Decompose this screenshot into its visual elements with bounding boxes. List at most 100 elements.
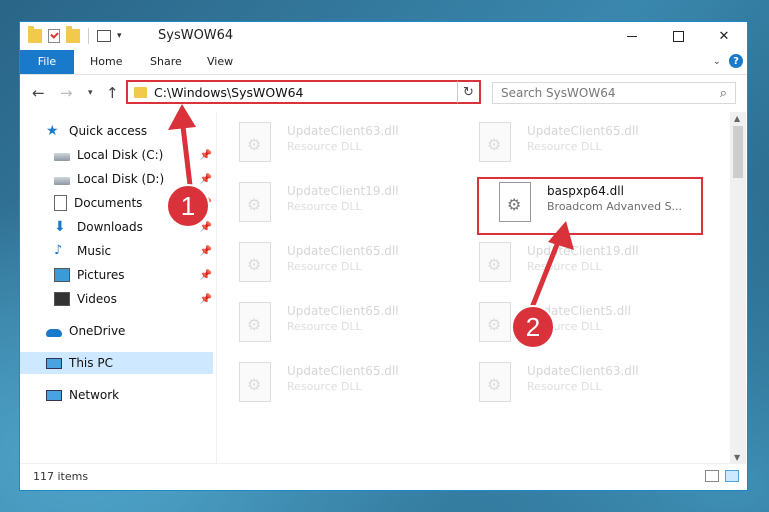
scroll-up-icon[interactable]: ▲ — [734, 114, 740, 123]
file-description: Resource DLL — [287, 320, 362, 333]
tab-view[interactable]: View — [195, 50, 245, 74]
dll-file-icon — [479, 362, 511, 402]
tab-home[interactable]: Home — [78, 50, 134, 74]
file-description: Resource DLL — [527, 140, 602, 153]
pin-icon[interactable]: 📌 — [200, 246, 212, 257]
sidebar-item-label: OneDrive — [69, 324, 126, 338]
close-icon: ✕ — [718, 28, 730, 44]
file-description: Resource DLL — [287, 200, 362, 213]
navigation-bar: ← → ▾ ↑ C:\Windows\SysWOW64 ⌄ ↻ Search S… — [20, 75, 747, 111]
tab-share[interactable]: Share — [138, 50, 194, 74]
expand-ribbon-icon[interactable]: ⌄ — [713, 56, 721, 67]
file-description: Resource DLL — [287, 380, 362, 393]
recent-locations-icon[interactable]: ▾ — [88, 88, 93, 98]
file-description: Resource DLL — [287, 140, 362, 153]
file-name: UpdateClient19.dll — [287, 184, 399, 198]
music-icon: ♪ — [54, 243, 63, 258]
up-arrow-icon[interactable]: ↑ — [106, 84, 119, 102]
sidebar-item-label: Network — [69, 388, 120, 402]
sidebar-item-label: Local Disk (D:) — [77, 172, 165, 186]
documents-icon — [54, 195, 67, 211]
maximize-button[interactable] — [655, 22, 701, 50]
videos-icon — [54, 292, 70, 306]
dll-file-icon — [239, 302, 271, 342]
properties-check-icon[interactable] — [48, 29, 60, 43]
sidebar-item-documents[interactable]: Documents 📌 — [54, 192, 212, 214]
sidebar-item-this-pc[interactable]: This PC — [20, 352, 213, 374]
details-view-icon[interactable] — [705, 470, 719, 482]
folder-icon[interactable] — [28, 26, 42, 43]
file-item[interactable]: UpdateClient65.dll Resource DLL — [217, 358, 447, 408]
item-count: 117 items — [33, 470, 89, 483]
tab-file[interactable]: File — [20, 50, 74, 74]
dll-file-icon — [239, 242, 271, 282]
ribbon-controls: ⌄ ? — [713, 54, 743, 68]
file-item[interactable]: UpdateClient65.dll Resource DLL — [457, 118, 687, 168]
refresh-icon: ↻ — [463, 84, 474, 100]
star-icon: ★ — [46, 123, 59, 139]
tiles-view-icon[interactable] — [725, 470, 739, 482]
sidebar-item-pictures[interactable]: Pictures 📌 — [54, 264, 212, 286]
sidebar-item-label: Videos — [77, 292, 117, 306]
file-item[interactable]: UpdateClient19.dll Resource DLL — [217, 178, 447, 228]
view-options-icon[interactable] — [97, 30, 111, 42]
computer-icon — [46, 357, 62, 369]
pin-icon[interactable]: 📌 — [200, 270, 212, 281]
address-path[interactable]: C:\Windows\SysWOW64 — [154, 85, 303, 100]
pin-icon[interactable]: 📌 — [200, 150, 212, 161]
file-name: UpdateClient63.dll — [287, 124, 399, 138]
vertical-scrollbar[interactable]: ▲ ▼ — [730, 112, 746, 464]
drive-icon — [54, 152, 70, 161]
file-item[interactable]: UpdateClient63.dll Resource DLL — [217, 118, 447, 168]
refresh-button[interactable]: ↻ — [457, 80, 481, 104]
search-input[interactable]: Search SysWOW64 ⌕ — [492, 82, 736, 104]
network-icon — [46, 389, 62, 401]
pin-icon[interactable]: 📌 — [200, 294, 212, 305]
dll-file-icon — [479, 302, 511, 342]
file-item[interactable]: UpdateClient19.dll Resource DLL — [457, 238, 687, 288]
quick-access-toolbar: ▾ — [28, 26, 122, 44]
navigation-pane: ★ Quick access Local Disk (C:) 📌 Local Dis… — [20, 112, 216, 464]
pin-icon[interactable]: 📌 — [200, 174, 212, 185]
folder-icon — [134, 87, 147, 98]
window-title: SysWOW64 — [158, 28, 234, 43]
file-item[interactable]: UpdateClient65.dll Resource DLL — [217, 238, 447, 288]
file-item[interactable]: UpdateClient65.dll Resource DLL — [217, 298, 447, 348]
sidebar-item-local-disk-d[interactable]: Local Disk (D:) 📌 — [54, 168, 212, 190]
file-name: UpdateClient63.dll — [527, 364, 639, 378]
sidebar-item-label: Local Disk (C:) — [77, 148, 164, 162]
file-explorer-window: ▾ SysWOW64 ✕ File Home Share View ⌄ ? ← … — [19, 21, 748, 491]
scroll-down-icon[interactable]: ▼ — [734, 453, 740, 462]
sidebar-item-music[interactable]: ♪ Music 📌 — [54, 240, 212, 262]
chevron-down-icon[interactable]: ▾ — [117, 31, 122, 41]
file-item[interactable]: UpdateClient5.dll Resource DLL — [457, 298, 687, 348]
highlight-box-file — [477, 177, 703, 235]
sidebar-item-network[interactable]: Network — [46, 384, 206, 406]
scrollbar-thumb[interactable] — [733, 126, 743, 178]
file-item[interactable]: UpdateClient63.dll Resource DLL — [457, 358, 687, 408]
sidebar-item-local-disk-c[interactable]: Local Disk (C:) 📌 — [54, 144, 212, 166]
minimize-button[interactable] — [609, 22, 655, 50]
back-arrow-icon[interactable]: ← — [32, 84, 45, 102]
sidebar-item-quick-access[interactable]: ★ Quick access — [46, 120, 206, 142]
sidebar-item-label: This PC — [69, 356, 113, 370]
search-placeholder: Search SysWOW64 — [501, 86, 616, 100]
sidebar-item-label: Pictures — [77, 268, 125, 282]
forward-arrow-icon[interactable]: → — [60, 84, 73, 102]
address-bar[interactable]: C:\Windows\SysWOW64 ⌄ — [126, 80, 481, 104]
file-name: UpdateClient65.dll — [287, 364, 399, 378]
pin-icon[interactable]: 📌 — [200, 222, 212, 233]
help-icon[interactable]: ? — [729, 54, 743, 68]
file-name: UpdateClient65.dll — [287, 304, 399, 318]
sidebar-item-downloads[interactable]: ⬇ Downloads 📌 — [54, 216, 212, 238]
sidebar-item-videos[interactable]: Videos 📌 — [54, 288, 212, 310]
dll-file-icon — [479, 242, 511, 282]
search-icon[interactable]: ⌕ — [720, 86, 727, 101]
new-folder-icon[interactable] — [66, 26, 80, 43]
sidebar-item-label: Downloads — [77, 220, 143, 234]
close-button[interactable]: ✕ — [701, 22, 747, 50]
pin-icon[interactable]: 📌 — [200, 198, 212, 209]
sidebar-item-onedrive[interactable]: OneDrive — [46, 320, 206, 342]
sidebar-item-label: Documents — [74, 196, 143, 210]
status-bar: 117 items — [20, 463, 747, 490]
